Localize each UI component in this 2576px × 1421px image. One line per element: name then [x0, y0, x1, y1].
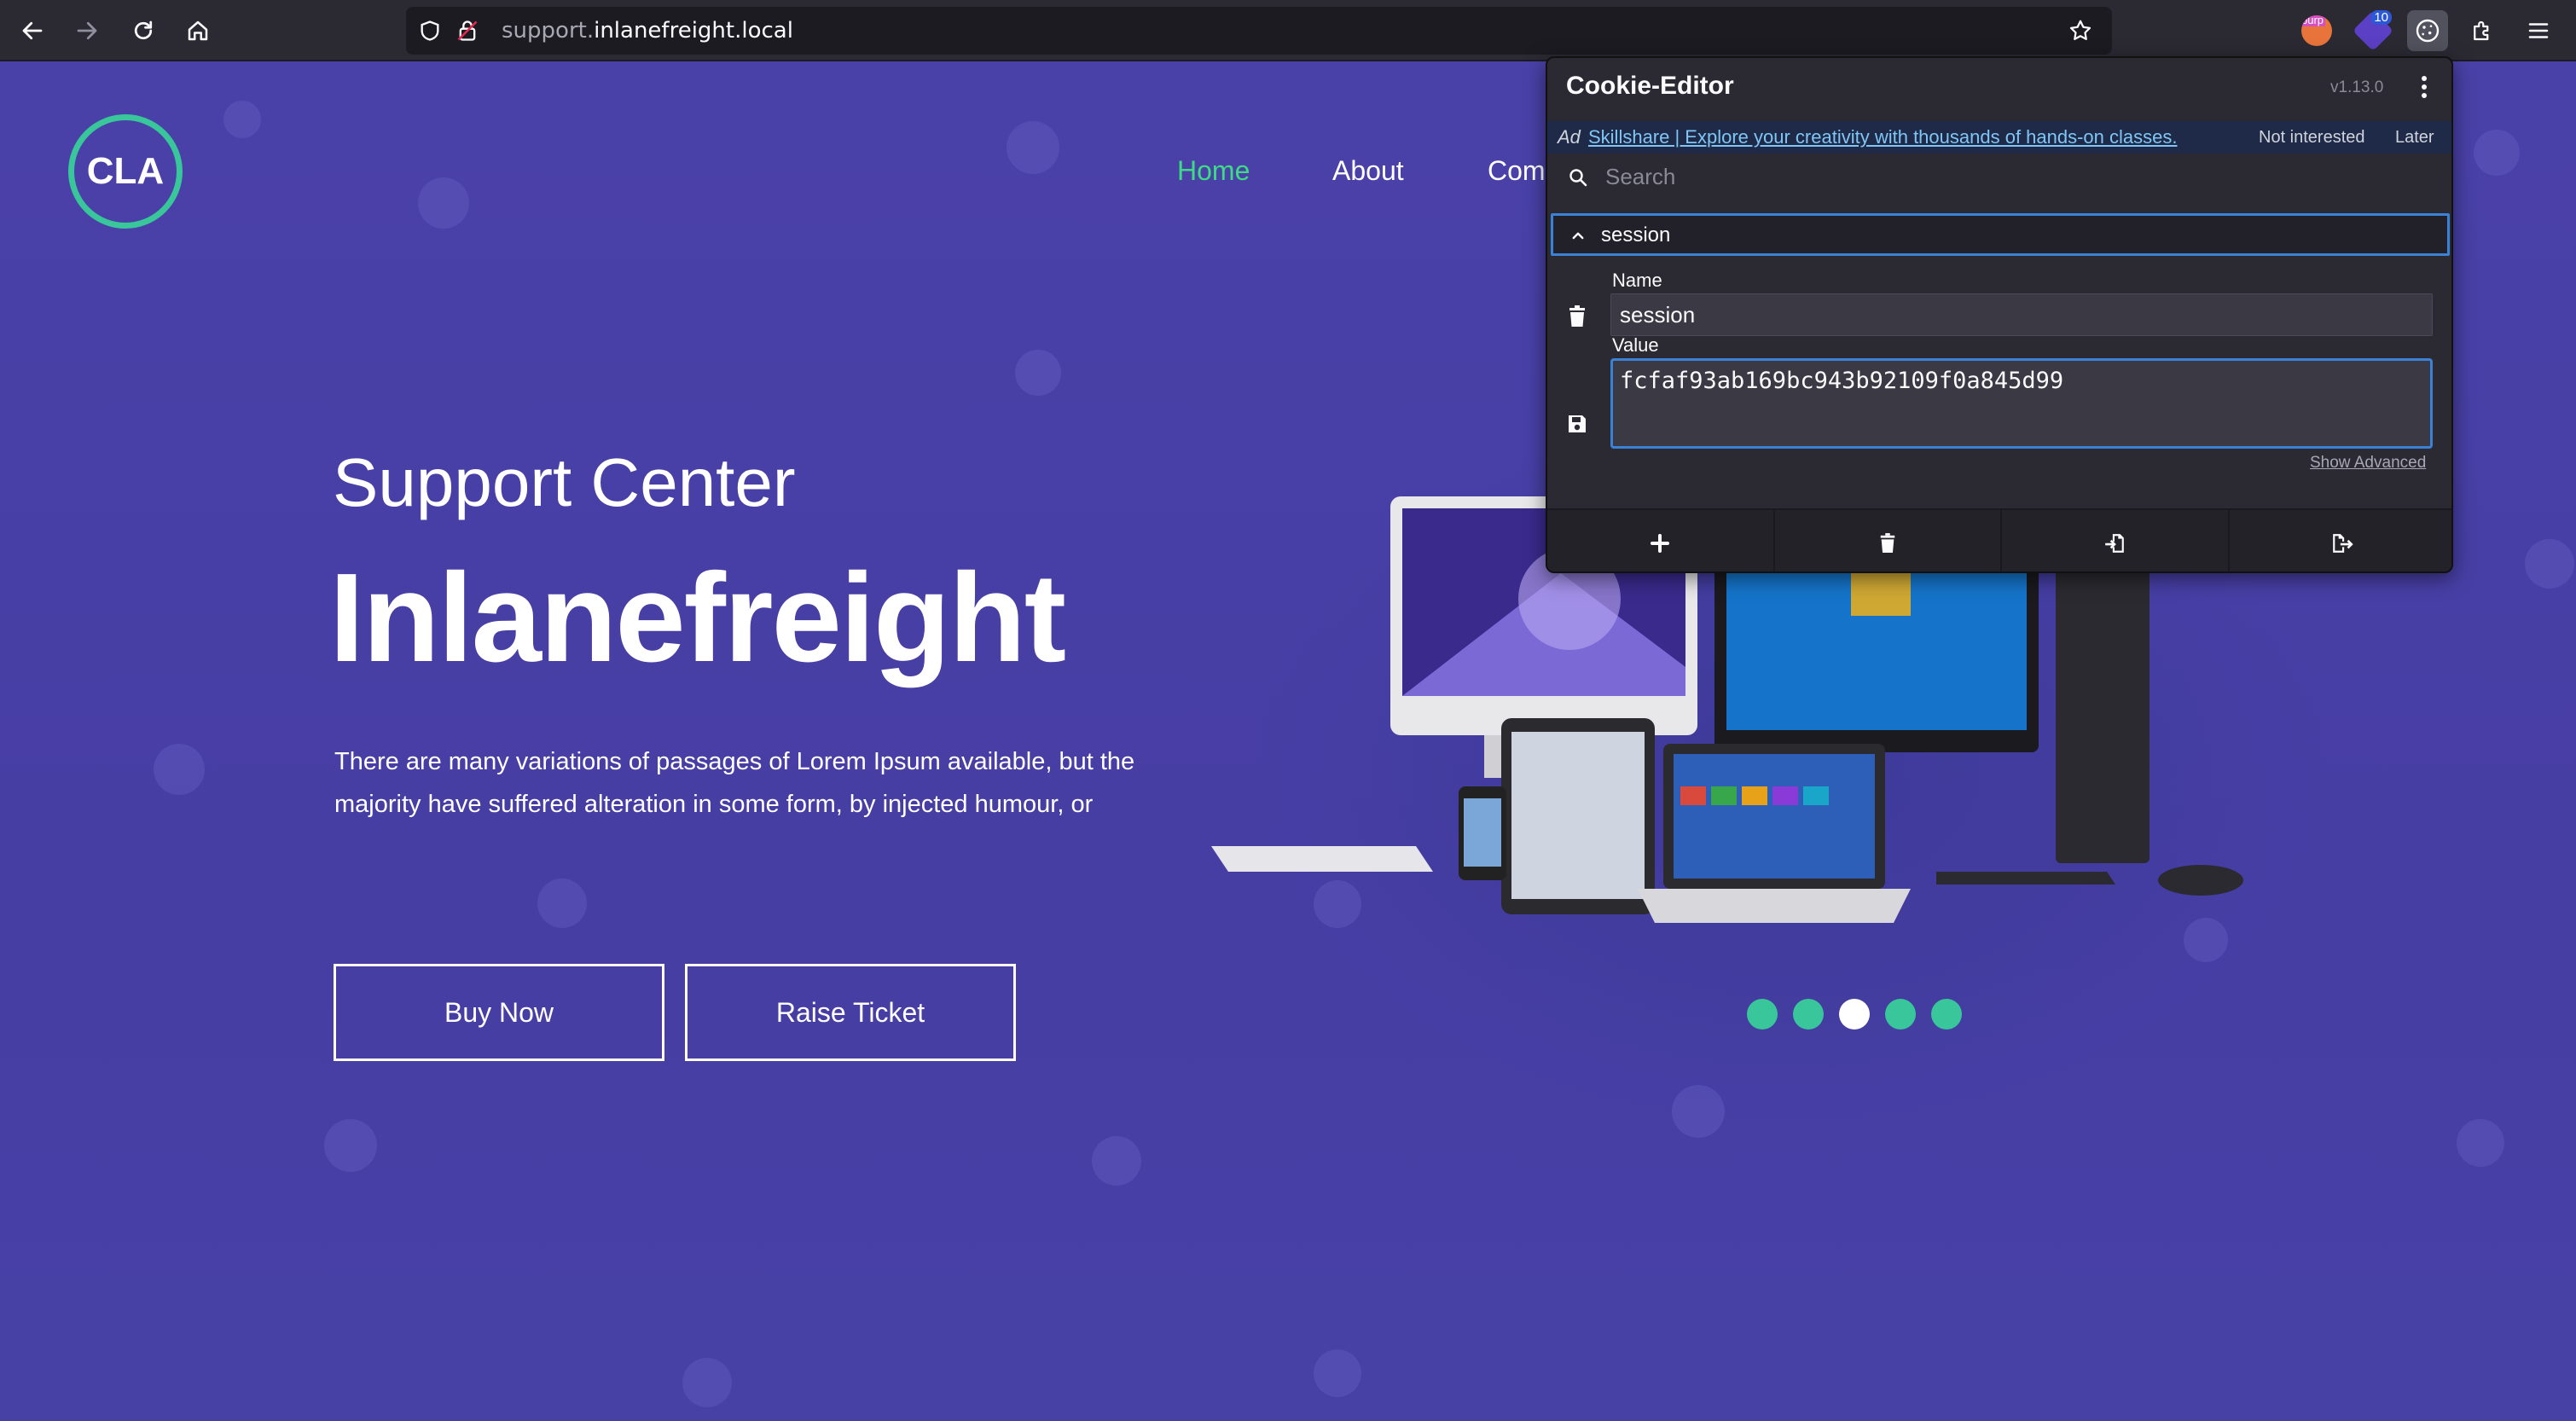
forward-arrow-icon	[77, 21, 97, 40]
url-subdomain: support.	[502, 18, 595, 44]
background-bubble	[2525, 539, 2574, 589]
back-arrow-icon	[22, 21, 43, 40]
export-button[interactable]	[2230, 510, 2452, 571]
background-bubble	[682, 1358, 732, 1407]
background-bubble	[1672, 1085, 1725, 1138]
carousel-dot-5[interactable]	[1931, 999, 1962, 1030]
search-icon	[1569, 169, 1587, 187]
shield-icon	[421, 20, 439, 41]
puzzle-icon	[2474, 20, 2489, 41]
background-bubble	[1314, 1349, 1361, 1397]
raise-ticket-button[interactable]: Raise Ticket	[685, 964, 1016, 1061]
cookie-editor-popup: Cookie-Editor v1.13.0 Ad Skillshare | Ex…	[1546, 56, 2453, 573]
delete-all-button[interactable]	[1775, 510, 2002, 571]
back-button[interactable]	[14, 12, 51, 49]
extension-badge-button[interactable]: 10	[2352, 9, 2394, 52]
site-logo[interactable]: CLA	[68, 114, 183, 229]
cookie-icon	[2416, 19, 2440, 43]
background-bubble	[537, 879, 587, 928]
address-bar[interactable]: support.inlanefreight.local	[406, 7, 2112, 55]
search-input[interactable]	[1605, 160, 2441, 193]
buy-now-button[interactable]: Buy Now	[334, 964, 664, 1061]
show-advanced-link[interactable]: Show Advanced	[2310, 454, 2426, 473]
background-bubble	[2457, 1119, 2504, 1167]
background-bubble	[2474, 130, 2520, 176]
background-bubble	[1007, 121, 1059, 174]
delete-all-icon	[1880, 533, 1894, 553]
cookie-editor-title: Cookie-Editor	[1566, 72, 1734, 100]
url-text[interactable]: support.inlanefreight.local	[502, 7, 793, 55]
value-label: Value	[1612, 334, 1659, 356]
export-icon	[2332, 534, 2353, 553]
floppy-disk-icon	[1569, 415, 1586, 432]
search-bar	[1547, 154, 2451, 200]
vertical-dots-icon	[2422, 76, 2427, 98]
cookie-editor-footer	[1547, 508, 2452, 571]
logo-text: CLA	[86, 150, 165, 192]
import-button[interactable]	[2002, 510, 2230, 571]
save-cookie-button[interactable]	[1564, 409, 1590, 438]
home-icon	[188, 20, 208, 41]
cookie-header-session[interactable]: session	[1551, 213, 2450, 256]
background-bubble	[223, 101, 261, 138]
nav-home[interactable]: Home	[1177, 155, 1250, 187]
burp-icon: burp	[2301, 15, 2332, 46]
import-icon	[2105, 534, 2125, 553]
cookie-editor-extension-button[interactable]	[2407, 10, 2448, 51]
background-bubble	[1015, 350, 1061, 396]
ad-banner: Ad Skillshare | Explore your creativity …	[1547, 121, 2451, 154]
carousel-dot-2[interactable]	[1793, 999, 1824, 1030]
carousel-dot-4[interactable]	[1885, 999, 1916, 1030]
background-bubble	[418, 177, 469, 229]
burp-extension-button[interactable]: burp	[2296, 10, 2337, 51]
background-bubble	[1092, 1136, 1141, 1186]
url-domain: inlanefreight.local	[594, 18, 793, 44]
cookie-value-field[interactable]: fcfaf93ab169bc943b92109f0a845d99	[1610, 358, 2433, 449]
bookmark-star-icon[interactable]	[2068, 18, 2093, 44]
insecure-lock-icon	[457, 20, 478, 41]
nav-contact[interactable]: Com	[1488, 155, 1546, 187]
ad-not-interested-button[interactable]: Not interested	[2259, 128, 2365, 148]
add-icon	[1651, 534, 1670, 553]
reload-button[interactable]	[125, 12, 162, 49]
chevron-up-icon	[1572, 232, 1584, 240]
carousel-dot-1[interactable]	[1747, 999, 1778, 1030]
extensions-button[interactable]	[2462, 10, 2503, 51]
forward-button[interactable]	[68, 12, 106, 49]
ad-link[interactable]: Skillshare | Explore your creativity wit…	[1588, 126, 2178, 148]
carousel-dot-3-active[interactable]	[1839, 999, 1870, 1030]
hero-description: There are many variations of passages of…	[334, 748, 1135, 818]
extension-badge: 10	[2370, 10, 2392, 25]
background-bubble	[154, 744, 205, 795]
nav-about[interactable]: About	[1332, 155, 1404, 187]
ad-tag: Ad	[1558, 126, 1581, 148]
app-menu-button[interactable]	[2518, 10, 2559, 51]
trash-icon	[1569, 305, 1585, 327]
name-label: Name	[1612, 270, 1662, 291]
home-button[interactable]	[179, 12, 217, 49]
hero-subtitle: Support Center	[333, 444, 796, 520]
cookie-header-name: session	[1601, 223, 1671, 246]
cookie-name-field[interactable]	[1610, 293, 2433, 336]
hero-title: Inlanefreight	[329, 548, 1066, 688]
cookie-editor-version: v1.13.0	[2330, 78, 2384, 96]
reload-icon	[134, 20, 153, 40]
browser-toolbar: support.inlanefreight.local burp 10	[0, 0, 2576, 61]
burp-label: burp	[2301, 15, 2326, 26]
ad-later-button[interactable]: Later	[2395, 128, 2434, 148]
delete-cookie-button[interactable]	[1564, 302, 1590, 331]
background-bubble	[324, 1119, 377, 1172]
options-menu-button[interactable]	[2409, 70, 2440, 104]
add-cookie-button[interactable]	[1547, 510, 1775, 571]
hamburger-menu-icon	[2528, 23, 2549, 38]
